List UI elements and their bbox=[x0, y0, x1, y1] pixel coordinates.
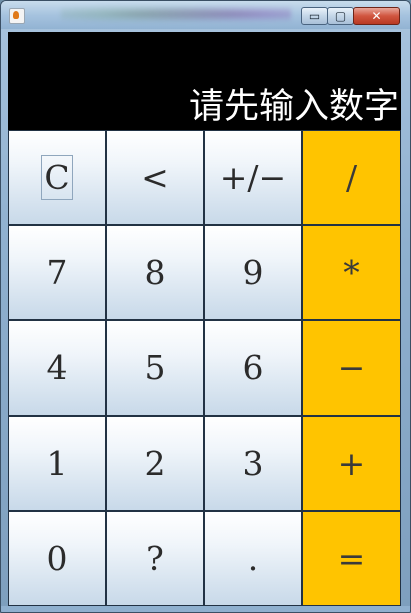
digit-8-button[interactable]: 8 bbox=[106, 225, 204, 321]
result-display: 请先输入数字 bbox=[8, 32, 401, 130]
add-button[interactable]: + bbox=[302, 415, 401, 511]
key-label: C bbox=[41, 155, 73, 201]
key-label: 0 bbox=[46, 538, 68, 578]
key-label: / bbox=[345, 158, 358, 198]
key-label: * bbox=[343, 253, 360, 293]
key-label: + bbox=[337, 443, 366, 483]
digit-3-button[interactable]: 3 bbox=[204, 415, 302, 511]
digit-9-button[interactable]: 9 bbox=[204, 225, 302, 321]
sign-toggle-button[interactable]: +/− bbox=[204, 130, 302, 226]
minimize-button[interactable]: ▭ bbox=[301, 7, 328, 25]
digit-0-button[interactable]: 0 bbox=[8, 510, 106, 606]
window-title bbox=[61, 3, 291, 25]
key-label: 7 bbox=[46, 253, 68, 293]
divide-button[interactable]: / bbox=[302, 130, 401, 226]
keypad: C < +/− / 7 8 9 * 4 5 6 − 1 2 3 +0?. = bbox=[8, 130, 401, 606]
maximize-button[interactable]: ▢ bbox=[327, 7, 354, 25]
display-text: 请先输入数字 bbox=[188, 87, 399, 127]
unknown-button[interactable]: ? bbox=[106, 510, 204, 606]
digit-1-button[interactable]: 1 bbox=[8, 415, 106, 511]
digit-7-button[interactable]: 7 bbox=[8, 225, 106, 321]
key-label: < bbox=[141, 158, 169, 198]
equals-button[interactable]: = bbox=[302, 510, 401, 606]
title-bar[interactable]: ▭ ▢ ✕ bbox=[1, 1, 410, 29]
digit-4-button[interactable]: 4 bbox=[8, 320, 106, 416]
key-label: 4 bbox=[46, 348, 68, 388]
calculator-panel: 请先输入数字 C < +/− / 7 8 9 * 4 5 6 − 1 2 3 +0?. = bbox=[8, 32, 401, 606]
decimal-button[interactable]: . bbox=[204, 510, 302, 606]
subtract-button[interactable]: − bbox=[302, 320, 401, 416]
key-label: 2 bbox=[144, 443, 166, 483]
calculator-window: ▭ ▢ ✕ 请先输入数字 C < +/− / 7 8 9 * 4 5 6 − 1 2 3 +0?. = bbox=[0, 0, 411, 613]
key-label: 3 bbox=[242, 443, 264, 483]
key-label: 5 bbox=[144, 348, 166, 388]
digit-2-button[interactable]: 2 bbox=[106, 415, 204, 511]
window-frame-bottom bbox=[1, 606, 410, 612]
key-label: 6 bbox=[242, 348, 264, 388]
java-app-icon[interactable] bbox=[9, 8, 25, 24]
key-label: − bbox=[337, 348, 366, 388]
backspace-button[interactable]: < bbox=[106, 130, 204, 226]
key-label: +/− bbox=[219, 158, 287, 198]
key-label: 8 bbox=[144, 253, 166, 293]
close-button[interactable]: ✕ bbox=[353, 7, 400, 25]
clear-button[interactable]: C bbox=[8, 130, 106, 226]
digit-5-button[interactable]: 5 bbox=[106, 320, 204, 416]
key-label: . bbox=[247, 538, 259, 578]
key-label: = bbox=[337, 538, 366, 578]
key-label: ? bbox=[146, 538, 164, 578]
key-label: 9 bbox=[242, 253, 264, 293]
digit-6-button[interactable]: 6 bbox=[204, 320, 302, 416]
multiply-button[interactable]: * bbox=[302, 225, 401, 321]
key-label: 1 bbox=[46, 443, 68, 483]
